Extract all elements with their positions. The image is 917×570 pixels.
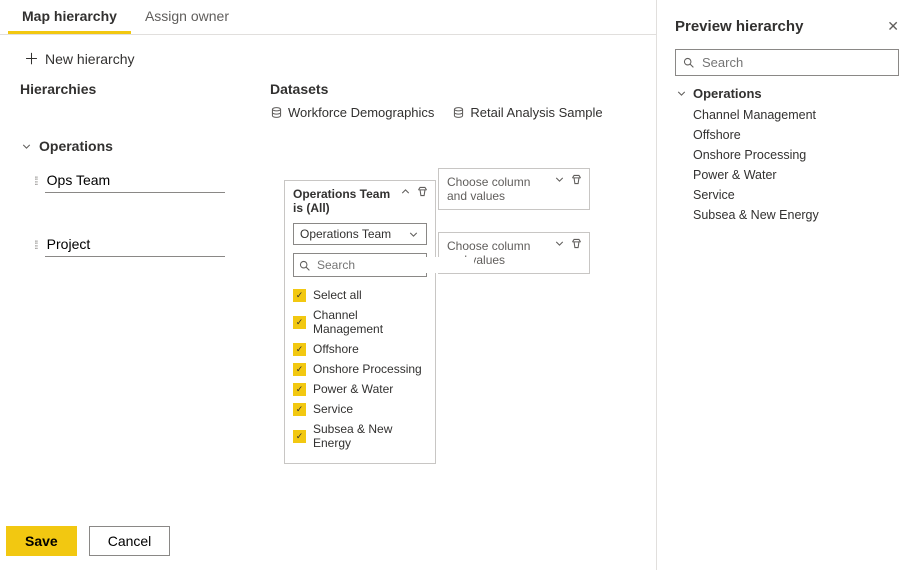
datasets-header: Datasets	[270, 81, 328, 97]
main-panel: Map hierarchy Assign owner ＋ New hierarc…	[0, 0, 657, 570]
column-card-placeholder[interactable]: Choose column and values	[438, 168, 590, 210]
chevron-down-icon	[407, 228, 420, 241]
option-label: Power & Water	[313, 382, 393, 396]
tree-root-label: Operations	[693, 86, 762, 101]
tree-children: Channel Management Offshore Onshore Proc…	[693, 105, 899, 225]
new-hierarchy-button[interactable]: ＋ New hierarchy	[20, 49, 636, 69]
tab-assign-owner[interactable]: Assign owner	[131, 0, 243, 34]
filter-option[interactable]: ✓ Offshore	[293, 339, 427, 359]
tab-map-hierarchy[interactable]: Map hierarchy	[8, 0, 131, 34]
tree-item[interactable]: Channel Management	[693, 105, 899, 125]
tab-strip: Map hierarchy Assign owner	[0, 0, 656, 35]
hierarchy-group-header[interactable]: Operations	[20, 138, 636, 154]
dataset-label: Retail Analysis Sample	[470, 105, 602, 120]
preview-search-input[interactable]	[700, 54, 892, 71]
level-name-input[interactable]	[45, 232, 225, 257]
chevron-down-icon[interactable]	[553, 173, 566, 189]
checkbox-icon: ✓	[293, 316, 306, 329]
drag-handle-icon[interactable]: ⁞⁞	[34, 174, 37, 188]
option-label: Channel Management	[313, 308, 427, 336]
cancel-button[interactable]: Cancel	[89, 526, 171, 556]
level-name-cell: ⁞⁞	[34, 232, 254, 257]
group-name: Operations	[39, 138, 113, 154]
dataset-list: Workforce Demographics Retail Analysis S…	[270, 105, 636, 120]
dataset-icon	[452, 106, 465, 119]
save-button[interactable]: Save	[6, 526, 77, 556]
preview-title: Preview hierarchy	[675, 18, 803, 35]
dataset-icon	[270, 106, 283, 119]
option-label: Offshore	[313, 342, 359, 356]
filter-option[interactable]: ✓ Select all	[293, 285, 427, 305]
dataset-item[interactable]: Retail Analysis Sample	[452, 105, 602, 120]
preview-panel: Preview hierarchy ✕ Operations Channel M…	[657, 0, 917, 570]
level-name-cell: ⁞⁞	[34, 168, 254, 193]
tree-root[interactable]: Operations	[675, 86, 899, 101]
dataset-label: Workforce Demographics	[288, 105, 434, 120]
checkbox-icon: ✓	[293, 403, 306, 416]
clear-icon[interactable]	[416, 185, 429, 201]
chevron-up-icon[interactable]	[399, 185, 412, 201]
tree-item[interactable]: Service	[693, 185, 899, 205]
search-icon	[298, 259, 311, 272]
card-title-line2: is (All)	[293, 201, 427, 215]
tree-item[interactable]: Onshore Processing	[693, 145, 899, 165]
preview-search[interactable]	[675, 49, 899, 76]
column-select[interactable]: Operations Team	[293, 223, 427, 245]
clear-icon[interactable]	[570, 237, 583, 253]
chevron-down-icon[interactable]	[553, 237, 566, 253]
filter-option[interactable]: ✓ Subsea & New Energy	[293, 419, 427, 453]
checkbox-icon: ✓	[293, 383, 306, 396]
column-card-expanded: Operations Team is (All) Operations Team…	[284, 180, 436, 464]
chevron-down-icon	[675, 87, 688, 100]
checkbox-icon: ✓	[293, 363, 306, 376]
level-name-input[interactable]	[45, 168, 225, 193]
drag-handle-icon[interactable]: ⁞⁞	[34, 238, 37, 252]
chevron-down-icon	[20, 140, 33, 153]
plus-icon: ＋	[24, 52, 39, 67]
checkbox-icon: ✓	[293, 343, 306, 356]
select-value: Operations Team	[300, 227, 391, 241]
filter-option[interactable]: ✓ Power & Water	[293, 379, 427, 399]
footer: Save Cancel	[0, 513, 656, 570]
filter-search[interactable]	[293, 253, 427, 277]
option-label: Select all	[313, 288, 362, 302]
checkbox-icon: ✓	[293, 289, 306, 302]
column-headers: Hierarchies Datasets	[20, 81, 636, 97]
checkbox-icon: ✓	[293, 430, 306, 443]
close-icon[interactable]: ✕	[887, 18, 899, 35]
tree-item[interactable]: Power & Water	[693, 165, 899, 185]
option-label: Service	[313, 402, 353, 416]
card-line2: and values	[447, 189, 581, 203]
hierarchies-header: Hierarchies	[20, 81, 270, 97]
new-hierarchy-label: New hierarchy	[45, 51, 134, 67]
filter-option-list: ✓ Select all ✓ Channel Management ✓ Offshor…	[293, 285, 427, 453]
filter-option[interactable]: ✓ Onshore Processing	[293, 359, 427, 379]
search-icon	[682, 56, 695, 69]
tree-item[interactable]: Subsea & New Energy	[693, 205, 899, 225]
filter-search-input[interactable]	[315, 257, 474, 273]
option-label: Subsea & New Energy	[313, 422, 427, 450]
filter-option[interactable]: ✓ Service	[293, 399, 427, 419]
dataset-item[interactable]: Workforce Demographics	[270, 105, 434, 120]
tree-item[interactable]: Offshore	[693, 125, 899, 145]
option-label: Onshore Processing	[313, 362, 422, 376]
filter-option[interactable]: ✓ Channel Management	[293, 305, 427, 339]
clear-icon[interactable]	[570, 173, 583, 189]
